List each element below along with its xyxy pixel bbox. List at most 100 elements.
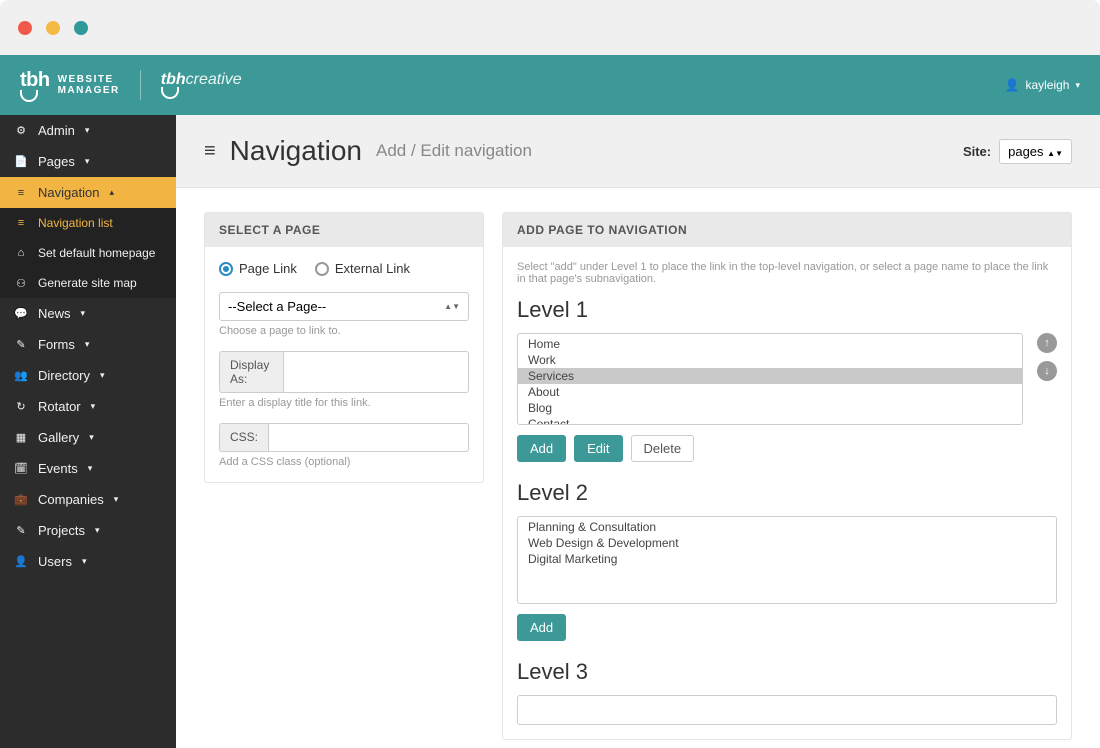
add-button[interactable]: Add	[517, 435, 566, 462]
css-input[interactable]	[268, 423, 469, 452]
help-text: Choose a page to link to.	[219, 325, 469, 337]
sidebar-icon: ⚙	[14, 124, 28, 137]
move-up-button[interactable]: ↑	[1037, 333, 1057, 353]
sidebar-icon: ≡	[14, 217, 28, 229]
sidebar-icon: 📄	[14, 155, 28, 168]
add-page-panel: ADD PAGE TO NAVIGATION Select "add" unde…	[502, 212, 1072, 740]
help-text: Enter a display title for this link.	[219, 397, 469, 409]
list-item[interactable]: Planning & Consultation	[518, 519, 1056, 535]
radio-icon	[219, 262, 233, 276]
radio-external-link[interactable]: External Link	[315, 261, 410, 276]
sidebar-item-gallery[interactable]: ▦Gallery▾	[0, 422, 176, 453]
sidebar-icon: 💬	[14, 307, 28, 320]
sidebar-icon: ↻	[14, 400, 28, 413]
display-as-input[interactable]	[283, 351, 469, 393]
level2-listbox[interactable]: Planning & ConsultationWeb Design & Deve…	[517, 516, 1057, 604]
chevron-icon: ▾	[88, 463, 93, 474]
site-label: Site:	[963, 144, 991, 159]
sidebar-icon: 💼	[14, 493, 28, 506]
sidebar-item-navigation[interactable]: ≡Navigation▴	[0, 177, 176, 208]
add-button[interactable]: Add	[517, 614, 566, 641]
chevron-icon: ▾	[85, 125, 90, 136]
list-item[interactable]: Home	[518, 336, 1022, 352]
logo-secondary: tbhcreative	[161, 71, 242, 99]
sidebar-item-users[interactable]: 👤Users▾	[0, 546, 176, 577]
window-close-dot[interactable]	[18, 21, 32, 35]
chevron-icon: ▾	[95, 525, 100, 536]
list-item[interactable]: Work	[518, 352, 1022, 368]
sidebar-icon: 🗓	[14, 462, 28, 475]
sidebar-icon: 👤	[14, 555, 28, 568]
level1-listbox[interactable]: HomeWorkServicesAboutBlogContact	[517, 333, 1023, 425]
chevron-icon: ▾	[100, 370, 105, 381]
chevron-icon: ▾	[82, 556, 87, 567]
sidebar-icon: ⚇	[14, 277, 28, 290]
sidebar-item-forms[interactable]: ✎Forms▾	[0, 329, 176, 360]
level3-listbox[interactable]	[517, 695, 1057, 725]
chevron-icon: ▾	[85, 339, 90, 350]
list-item[interactable]: About	[518, 384, 1022, 400]
level2-title: Level 2	[517, 480, 1057, 506]
page-select[interactable]: --Select a Page-- ▲▼	[219, 292, 469, 321]
chevron-icon: ▾	[81, 308, 86, 319]
chevron-icon: ▾	[91, 401, 96, 412]
level3-title: Level 3	[517, 659, 1057, 685]
header-separator	[140, 70, 141, 100]
chevron-icon: ▴	[109, 187, 114, 198]
sidebar-item-navigation-list[interactable]: ≡Navigation list	[0, 208, 176, 238]
sidebar-icon: ✎	[14, 338, 28, 351]
sidebar-item-events[interactable]: 🗓Events▾	[0, 453, 176, 484]
panel-header: SELECT A PAGE	[205, 213, 483, 247]
user-icon: 👤	[1004, 78, 1019, 92]
sidebar-item-generate-site-map[interactable]: ⚇Generate site map	[0, 268, 176, 298]
sidebar-item-pages[interactable]: 📄Pages▾	[0, 146, 176, 177]
radio-page-link[interactable]: Page Link	[219, 261, 297, 276]
list-item[interactable]: Blog	[518, 400, 1022, 416]
page-title: Navigation	[230, 135, 362, 167]
page-header: ≡ Navigation Add / Edit navigation Site:…	[176, 115, 1100, 188]
delete-button[interactable]: Delete	[631, 435, 695, 462]
list-icon: ≡	[204, 140, 216, 163]
sidebar-item-directory[interactable]: 👥Directory▾	[0, 360, 176, 391]
chevron-icon: ▾	[114, 494, 119, 505]
sidebar-icon: ✎	[14, 524, 28, 537]
css-label: CSS:	[219, 423, 268, 452]
page-subtitle: Add / Edit navigation	[376, 141, 532, 161]
help-text: Add a CSS class (optional)	[219, 456, 469, 468]
sidebar-item-set-default-homepage[interactable]: ⌂Set default homepage	[0, 238, 176, 268]
app-header: tbh WEBSITE MANAGER tbhcreative 👤 kaylei…	[0, 55, 1100, 115]
panel-header: ADD PAGE TO NAVIGATION	[503, 213, 1071, 247]
level1-title: Level 1	[517, 297, 1057, 323]
sidebar-item-news[interactable]: 💬News▾	[0, 298, 176, 329]
list-item[interactable]: Digital Marketing	[518, 551, 1056, 567]
window-min-dot[interactable]	[46, 21, 60, 35]
display-as-label: Display As:	[219, 351, 283, 393]
browser-chrome	[0, 0, 1100, 55]
window-max-dot[interactable]	[74, 21, 88, 35]
list-item[interactable]: Contact	[518, 416, 1022, 425]
logo-tbh-text: tbh	[20, 69, 50, 92]
move-down-button[interactable]: ↓	[1037, 361, 1057, 381]
list-item[interactable]: Services	[518, 368, 1022, 384]
sidebar-icon: 👥	[14, 369, 28, 382]
instructions: Select "add" under Level 1 to place the …	[517, 261, 1057, 285]
user-menu[interactable]: 👤 kayleigh ▾	[1004, 78, 1080, 92]
chevron-down-icon: ▾	[1075, 80, 1080, 91]
logo-subtitle: WEBSITE MANAGER	[58, 74, 120, 96]
site-dropdown[interactable]: pages ▲▼	[999, 139, 1072, 164]
chevron-icon: ▾	[89, 432, 94, 443]
select-page-panel: SELECT A PAGE Page Link External Link	[204, 212, 484, 483]
username: kayleigh	[1025, 78, 1069, 92]
sidebar-item-admin[interactable]: ⚙Admin▾	[0, 115, 176, 146]
main-content: ≡ Navigation Add / Edit navigation Site:…	[176, 115, 1100, 748]
sidebar-item-projects[interactable]: ✎Projects▾	[0, 515, 176, 546]
sidebar: ⚙Admin▾📄Pages▾≡Navigation▴≡Navigation li…	[0, 115, 176, 748]
sidebar-item-companies[interactable]: 💼Companies▾	[0, 484, 176, 515]
list-item[interactable]: Web Design & Development	[518, 535, 1056, 551]
chevron-icon: ▾	[85, 156, 90, 167]
radio-icon	[315, 262, 329, 276]
sidebar-icon: ⌂	[14, 247, 28, 259]
logo-primary: tbh WEBSITE MANAGER	[20, 69, 120, 102]
edit-button[interactable]: Edit	[574, 435, 622, 462]
sidebar-item-rotator[interactable]: ↻Rotator▾	[0, 391, 176, 422]
